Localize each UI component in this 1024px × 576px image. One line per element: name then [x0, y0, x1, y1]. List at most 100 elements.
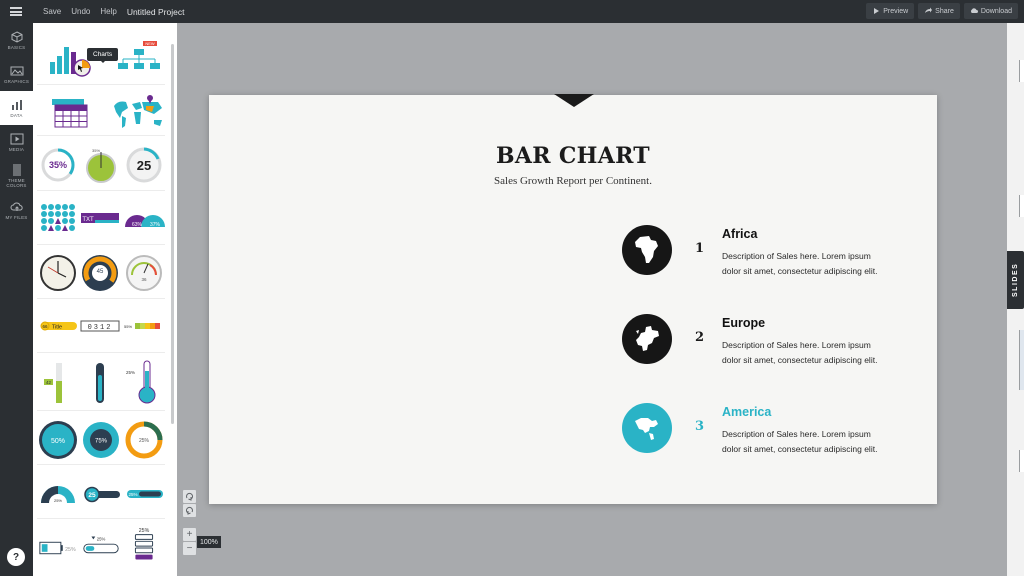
table-widget[interactable]: [43, 87, 93, 137]
preview-button[interactable]: Preview: [866, 3, 915, 19]
semi-63: 63%: [132, 222, 143, 228]
tube-widget[interactable]: [79, 357, 121, 407]
undo-button[interactable]: Undo: [71, 7, 90, 16]
rail-graphics[interactable]: GRAPHICS: [0, 57, 33, 91]
battery-value: 25%: [65, 547, 76, 553]
panel-scrollbar[interactable]: [171, 44, 174, 424]
slide-subtitle[interactable]: Sales Growth Report per Continent.: [209, 175, 937, 187]
help-menu[interactable]: Help: [100, 7, 116, 16]
save-button[interactable]: Save: [43, 7, 61, 16]
rail-media[interactable]: MEDIA: [0, 125, 33, 159]
semi-circle-widget[interactable]: 63% 37%: [123, 194, 165, 244]
pill-progress-icon: 25: [84, 486, 120, 503]
rail-my-files[interactable]: MY FILES: [0, 193, 33, 227]
list-item-europe[interactable]: 2 Europe Description of Sales here. Lore…: [622, 314, 922, 374]
thermo-value: 25%: [126, 370, 135, 375]
thermometer-widget[interactable]: 25%: [123, 357, 165, 407]
ring-25-widget[interactable]: 25%: [123, 415, 165, 465]
gauge-35-widget[interactable]: 35%: [79, 140, 121, 190]
world-map-icon: [114, 95, 162, 128]
europe-circle: [622, 314, 672, 364]
battery-icon: 25%: [39, 541, 76, 555]
slides-tab[interactable]: SLIDES: [1007, 251, 1024, 309]
palette-icon: [12, 164, 21, 176]
item-number: 3: [695, 419, 705, 434]
cloud-download-icon: [970, 8, 978, 13]
slide-thumbnail[interactable]: [1019, 60, 1024, 82]
hamburger-menu-icon[interactable]: [0, 0, 32, 23]
color-scale-widget[interactable]: 55%: [123, 302, 165, 352]
rail-theme-colors[interactable]: THEME COLORS: [0, 159, 33, 193]
labeled-progress-icon: 25%: [83, 536, 119, 554]
odometer-widget[interactable]: 0312: [79, 302, 121, 352]
pictogram-widget[interactable]: [37, 194, 79, 244]
slide-thumbnail[interactable]: [1019, 195, 1024, 217]
preview-label: Preview: [883, 7, 909, 15]
map-widget[interactable]: [109, 87, 167, 137]
org-chart-widget[interactable]: NEW: [113, 33, 167, 83]
item-description: Description of Sales here. Lorem ipsum d…: [722, 340, 878, 365]
item-name: America: [722, 405, 772, 419]
title-badge-widget[interactable]: 66 Title: [37, 302, 79, 352]
zoom-level[interactable]: 100%: [197, 536, 221, 548]
clock-icon: [40, 255, 76, 291]
rail-my-files-label: MY FILES: [5, 214, 28, 220]
stack-widget[interactable]: 25%: [123, 523, 165, 573]
pictogram-icon: [41, 204, 75, 231]
share-button[interactable]: Share: [918, 3, 960, 19]
slide-thumbnail-active[interactable]: [1019, 330, 1024, 390]
undo-icon[interactable]: [183, 504, 196, 517]
row-divider: [37, 352, 165, 353]
item-name: Africa: [722, 227, 758, 241]
slide-title[interactable]: BAR CHART: [209, 143, 937, 169]
stack-value: 25%: [139, 528, 150, 534]
title-badge-icon: 66 Title: [40, 321, 77, 331]
item-description: Description of Sales here. Lorem ipsum d…: [722, 429, 878, 454]
org-chart-icon: NEW: [118, 41, 160, 69]
ring-75-widget[interactable]: 75%: [80, 415, 122, 465]
share-label: Share: [935, 7, 954, 15]
list-item-africa[interactable]: 1 Africa Description of Sales here. Lore…: [622, 225, 922, 285]
dial-gauge-icon: 36: [126, 255, 162, 291]
zoom-out-icon[interactable]: −: [183, 542, 196, 555]
labeled-progress-widget[interactable]: 25%: [80, 523, 122, 573]
pill-progress-widget[interactable]: 25: [80, 469, 122, 519]
toggle-progress-widget[interactable]: 25%: [123, 469, 165, 519]
battery-widget[interactable]: 25%: [37, 523, 79, 573]
color-scale-icon: 55%: [124, 323, 160, 329]
ring-50-widget[interactable]: 50%: [37, 415, 79, 465]
dial-widget[interactable]: 36: [123, 248, 165, 298]
text-bar-icon: TXT: [81, 213, 119, 223]
chart-widget[interactable]: [39, 33, 93, 83]
rail-data[interactable]: DATA: [0, 91, 33, 125]
clock-widget[interactable]: [37, 248, 79, 298]
speedometer-widget[interactable]: 45: [79, 248, 121, 298]
download-label: Download: [980, 7, 1012, 15]
rail-basics[interactable]: BASICS: [0, 23, 33, 57]
ring-chart-icon: 25%: [125, 421, 163, 459]
level-bar-icon: 42: [44, 363, 62, 403]
redo-icon[interactable]: [183, 490, 196, 503]
list-item-america[interactable]: 3 America Description of Sales here. Lor…: [622, 403, 922, 463]
gauge-value: 35%: [92, 148, 100, 153]
toggle-progress-icon: 25%: [127, 490, 163, 498]
ring-chart-icon: 75%: [83, 422, 119, 458]
download-button[interactable]: Download: [963, 3, 1018, 19]
level-bar-widget[interactable]: 42: [37, 357, 79, 407]
counter-25-widget[interactable]: 25: [123, 140, 165, 190]
rail-media-label: MEDIA: [8, 146, 25, 152]
slide[interactable]: BAR CHART Sales Growth Report per Contin…: [209, 94, 937, 504]
donut-35-widget[interactable]: 35%: [37, 140, 79, 190]
zoom-in-icon[interactable]: +: [183, 528, 196, 541]
project-title[interactable]: Untitled Project: [127, 7, 185, 17]
semi-gauge-widget[interactable]: 25%: [37, 469, 79, 519]
row-divider: [37, 84, 165, 85]
thermometer-icon: 25%: [126, 360, 156, 404]
slide-thumbnail[interactable]: [1019, 450, 1024, 472]
gauge-icon: 35%: [86, 148, 116, 183]
pill-value: 25: [88, 492, 96, 499]
help-button[interactable]: ?: [7, 548, 25, 566]
ring-chart-icon: 50%: [39, 421, 77, 459]
text-bar-widget[interactable]: TXT: [79, 194, 121, 244]
row-divider: [37, 410, 165, 411]
